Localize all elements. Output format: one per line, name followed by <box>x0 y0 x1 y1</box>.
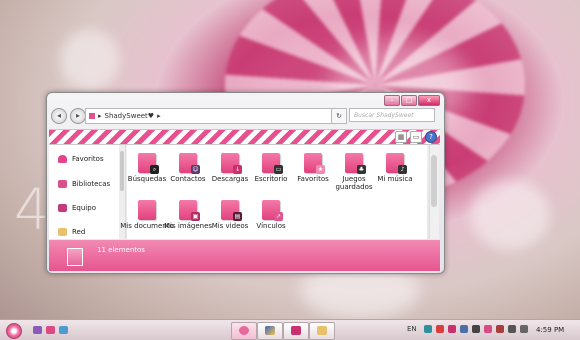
clock[interactable]: 4:59 PM <box>536 326 564 334</box>
nav-item-equipo[interactable]: Equipo <box>58 204 96 212</box>
content-scrollbar[interactable] <box>429 145 439 239</box>
nav-item-bibliotecas[interactable]: Bibliotecas <box>58 180 110 188</box>
folder-icon: ☺ <box>179 153 200 174</box>
close-button[interactable]: x <box>418 95 440 106</box>
search-icon: ⌕ <box>150 165 159 174</box>
nav-item-label: Bibliotecas <box>72 180 111 188</box>
breadcrumb-separator: ▸ <box>157 112 161 120</box>
tray-icon[interactable] <box>460 325 468 333</box>
file-list: ⌕ Búsquedas ☺ Contactos ↓ Descargas ▭ Es… <box>120 145 427 239</box>
folder-icon: ⌕ <box>138 153 159 174</box>
music-icon: ♪ <box>398 165 407 174</box>
tray-icon[interactable] <box>436 325 444 333</box>
taskbar-item[interactable] <box>257 322 283 340</box>
navigation-pane: Favoritos Bibliotecas Equipo Red <box>49 145 126 239</box>
taskbar: EN 4:59 PM <box>0 319 580 340</box>
breadcrumb-separator: ▸ <box>98 112 102 120</box>
desktop-icon: ▭ <box>274 165 283 174</box>
folder-item[interactable]: ♪ Mi música <box>367 153 423 183</box>
folder-icon <box>67 248 83 266</box>
wallpaper-bokeh <box>60 30 120 90</box>
folder-icon: ↗ <box>262 200 283 221</box>
heart-icon <box>58 155 67 163</box>
refresh-button[interactable]: ↻ <box>331 108 347 124</box>
network-status-icon[interactable] <box>508 325 516 333</box>
pictures-icon: ▣ <box>191 212 200 221</box>
nav-item-label: Equipo <box>72 204 96 212</box>
link-icon: ↗ <box>274 212 283 221</box>
volume-icon[interactable] <box>520 325 528 333</box>
tray-icon[interactable] <box>484 325 492 333</box>
tray-icon[interactable] <box>448 325 456 333</box>
explorer-window[interactable]: – □ x ◂ ▸ ▸ ShadySweet♥ ▸ ↻ Buscar Shady… <box>46 92 445 274</box>
nav-item-red[interactable]: Red <box>58 228 85 236</box>
address-bar[interactable]: ▸ ShadySweet♥ ▸ <box>85 108 334 124</box>
taskbar-item-explorer[interactable] <box>231 322 257 340</box>
start-button[interactable] <box>6 323 22 339</box>
media-icon <box>291 326 301 335</box>
taskbar-item[interactable] <box>283 322 309 340</box>
nav-item-favoritos[interactable]: Favoritos <box>58 155 104 163</box>
folder-icon: ▣ <box>179 200 200 221</box>
gamepad-icon: ♣ <box>357 165 366 174</box>
tray-icon[interactable] <box>472 325 480 333</box>
tray-icon[interactable] <box>496 325 504 333</box>
folder-icon: ★ <box>304 153 325 174</box>
command-bar-right: ▦ ▭ ? <box>395 131 437 143</box>
folder-icon <box>89 113 95 119</box>
language-indicator[interactable]: EN <box>407 325 417 333</box>
maximize-button[interactable]: □ <box>401 95 417 106</box>
taskbar-item[interactable] <box>309 322 335 340</box>
item-count: 11 elementos <box>97 246 145 254</box>
folder-icon <box>317 326 327 335</box>
folder-icon: ↓ <box>221 153 242 174</box>
folder-label: Vínculos <box>256 222 286 230</box>
forward-button[interactable]: ▸ <box>70 108 86 124</box>
caption-buttons: – □ x <box>384 95 440 106</box>
details-pane: 11 elementos <box>49 240 440 271</box>
command-bar: ▦ ▭ ? <box>49 129 440 145</box>
nav-item-label: Red <box>72 228 86 236</box>
contacts-icon: ☺ <box>191 165 200 174</box>
quick-launch-icon[interactable] <box>46 326 55 334</box>
folder-icon: ▭ <box>262 153 283 174</box>
tray-icon[interactable] <box>424 325 432 333</box>
heart-icon <box>239 326 249 335</box>
network-icon <box>58 228 67 236</box>
folder-icon <box>138 200 156 220</box>
folder-icon: ▤ <box>221 200 242 221</box>
view-options-icon[interactable]: ▦ <box>395 131 407 143</box>
wallpaper-glyph: 4 <box>14 178 50 243</box>
app-icon <box>265 326 275 335</box>
scroll-thumb[interactable] <box>431 155 437 207</box>
help-icon[interactable]: ? <box>425 131 437 143</box>
quick-launch-icon[interactable] <box>33 326 42 334</box>
folder-item[interactable]: ↗ Vínculos <box>243 200 299 230</box>
preview-pane-icon[interactable]: ▭ <box>410 131 422 143</box>
download-icon: ↓ <box>233 165 242 174</box>
navigation-bar: ◂ ▸ ▸ ShadySweet♥ ▸ ↻ Buscar ShadySweet <box>51 107 439 125</box>
minimize-button[interactable]: – <box>384 95 400 106</box>
back-button[interactable]: ◂ <box>51 108 67 124</box>
star-icon: ★ <box>316 165 325 174</box>
library-icon <box>58 180 67 188</box>
folder-label: Mi música <box>377 175 413 183</box>
wallpaper-bokeh <box>470 180 550 250</box>
folder-icon: ♣ <box>345 153 366 174</box>
search-input[interactable]: Buscar ShadySweet <box>349 108 435 122</box>
nav-item-label: Favoritos <box>72 155 104 163</box>
folder-icon: ♪ <box>386 153 407 174</box>
breadcrumb[interactable]: ShadySweet♥ <box>105 112 155 120</box>
film-icon: ▤ <box>233 212 242 221</box>
computer-icon <box>58 204 67 212</box>
quick-launch-icon[interactable] <box>59 326 68 334</box>
